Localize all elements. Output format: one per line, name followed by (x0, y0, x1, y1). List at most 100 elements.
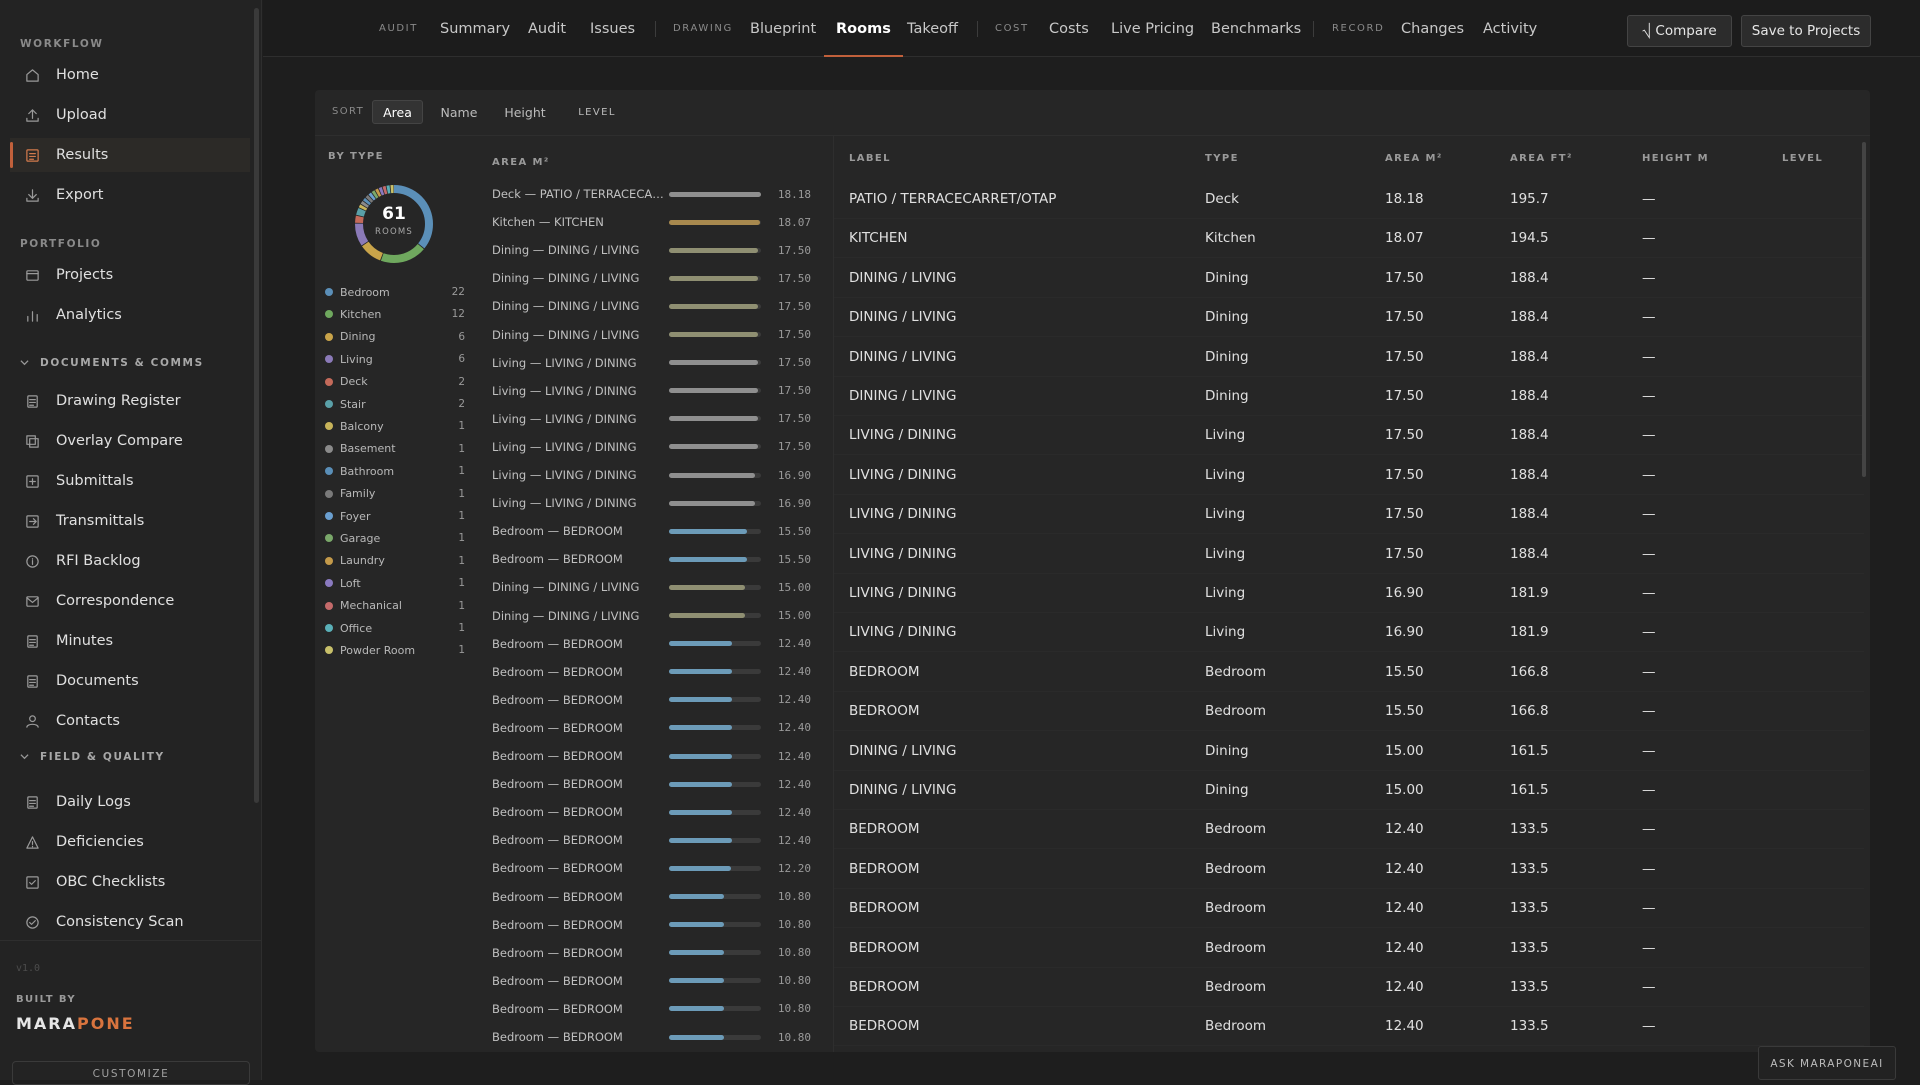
area-list-item[interactable]: Bedroom — BEDROOM 12.40 (492, 660, 818, 684)
area-list-item[interactable]: Bedroom — BEDROOM 12.40 (492, 800, 818, 824)
legend-item-balcony[interactable]: Balcony 1 (325, 416, 465, 436)
sort-level-button[interactable]: LEVEL (568, 100, 626, 124)
legend-item-office[interactable]: Office 1 (325, 618, 465, 638)
col-area-ft2[interactable]: AREA FT² (1510, 153, 1573, 164)
table-row[interactable]: DINING / LIVING Dining 17.50 188.4 — (834, 259, 1864, 298)
tab-blueprint[interactable]: Blueprint (750, 0, 816, 57)
tab-costs[interactable]: Costs (1049, 0, 1089, 57)
sidebar-item-home[interactable]: Home (10, 58, 250, 92)
tab-rooms[interactable]: Rooms (824, 0, 903, 57)
legend-item-deck[interactable]: Deck 2 (325, 372, 465, 392)
legend-item-family[interactable]: Family 1 (325, 484, 465, 504)
area-list-item[interactable]: Deck — PATIO / TERRACECAR... 18.18 (492, 182, 818, 206)
table-row[interactable]: DINING / LIVING Dining 17.50 188.4 — (834, 377, 1864, 416)
table-row[interactable]: BEDROOM Bedroom 12.40 133.5 — (834, 810, 1864, 850)
tab-takeoff[interactable]: Takeoff (907, 0, 958, 57)
legend-item-mechanical[interactable]: Mechanical 1 (325, 596, 465, 616)
compare-button[interactable]: ⎷ Compare (1627, 15, 1732, 47)
table-row[interactable]: BEDROOM Bedroom 12.40 133.5 — (834, 850, 1864, 889)
area-list-item[interactable]: Bedroom — BEDROOM 12.40 (492, 828, 818, 852)
sidebar-item-consistency-scan[interactable]: Consistency Scan (10, 905, 250, 939)
chevron-down-icon[interactable] (20, 358, 29, 367)
sidebar-item-obc-checklists[interactable]: OBC Checklists (10, 865, 250, 899)
col-height[interactable]: HEIGHT M (1642, 153, 1709, 164)
table-row[interactable]: LIVING / DINING Living 16.90 181.9 — (834, 574, 1864, 613)
chevron-down-icon[interactable] (20, 752, 29, 761)
table-row[interactable]: LIVING / DINING Living 16.90 181.9 — (834, 613, 1864, 653)
table-row[interactable]: BEDROOM Bedroom 12.40 133.5 — (834, 1007, 1864, 1047)
sidebar-item-deficiencies[interactable]: Deficiencies (10, 825, 250, 859)
table-row[interactable]: DINING / LIVING Dining 17.50 188.4 — (834, 298, 1864, 338)
table-row[interactable]: LIVING / DINING Living 17.50 188.4 — (834, 495, 1864, 535)
area-list-item[interactable]: Bedroom — BEDROOM 12.40 (492, 688, 818, 712)
group-field-quality[interactable]: FIELD & QUALITY (40, 751, 165, 763)
area-list-item[interactable]: Living — LIVING / DINING 17.50 (492, 351, 818, 375)
area-list-item[interactable]: Living — LIVING / DINING 17.50 (492, 435, 818, 459)
tab-activity[interactable]: Activity (1483, 0, 1537, 57)
area-list-item[interactable]: Dining — DINING / LIVING 15.00 (492, 575, 818, 599)
legend-item-kitchen[interactable]: Kitchen 12 (325, 304, 465, 324)
table-row[interactable]: BEDROOM Bedroom 12.40 133.5 — (834, 968, 1864, 1007)
tab-live-pricing[interactable]: Live Pricing (1111, 0, 1194, 57)
legend-item-living[interactable]: Living 6 (325, 349, 465, 369)
area-list-item[interactable]: Living — LIVING / DINING 16.90 (492, 463, 818, 487)
area-list-item[interactable]: Bedroom — BEDROOM 12.40 (492, 632, 818, 656)
area-list-item[interactable]: Bedroom — BEDROOM 12.20 (492, 856, 818, 880)
area-list-item[interactable]: Bedroom — BEDROOM 10.80 (492, 913, 818, 937)
tab-benchmarks[interactable]: Benchmarks (1211, 0, 1301, 57)
legend-item-laundry[interactable]: Laundry 1 (325, 551, 465, 571)
legend-item-foyer[interactable]: Foyer 1 (325, 506, 465, 526)
sidebar-item-daily-logs[interactable]: Daily Logs (10, 785, 250, 819)
table-row[interactable]: LIVING / DINING Living 17.50 188.4 — (834, 535, 1864, 574)
customize-button[interactable]: CUSTOMIZE (12, 1061, 250, 1085)
sidebar-item-projects[interactable]: Projects (10, 258, 250, 292)
table-row[interactable]: BEDROOM Bedroom 15.50 166.8 — (834, 653, 1864, 692)
area-list-item[interactable]: Dining — DINING / LIVING 15.00 (492, 604, 818, 628)
legend-item-garage[interactable]: Garage 1 (325, 528, 465, 548)
sidebar-item-export[interactable]: Export (10, 178, 250, 212)
sidebar-item-correspondence[interactable]: Correspondence (10, 584, 250, 618)
sort-height-button[interactable]: Height (496, 100, 554, 124)
col-label[interactable]: LABEL (849, 153, 891, 164)
sidebar-item-minutes[interactable]: Minutes (10, 624, 250, 658)
legend-item-dining[interactable]: Dining 6 (325, 327, 465, 347)
area-list-item[interactable]: Dining — DINING / LIVING 17.50 (492, 238, 818, 262)
table-row[interactable]: LIVING / DINING Living 17.50 188.4 — (834, 456, 1864, 495)
legend-item-bedroom[interactable]: Bedroom 22 (325, 282, 465, 302)
save-to-projects-button[interactable]: Save to Projects (1741, 15, 1871, 47)
sidebar-item-upload[interactable]: Upload (10, 98, 250, 132)
col-level[interactable]: LEVEL (1782, 153, 1823, 164)
tab-audit[interactable]: Audit (528, 0, 566, 57)
table-row[interactable]: DINING / LIVING Dining 15.00 161.5 — (834, 771, 1864, 810)
area-list-item[interactable]: Bedroom — BEDROOM 15.50 (492, 547, 818, 571)
group-documents[interactable]: DOCUMENTS & COMMS (40, 357, 204, 369)
table-row[interactable]: KITCHEN Kitchen 18.07 194.5 — (834, 219, 1864, 259)
legend-item-basement[interactable]: Basement 1 (325, 439, 465, 459)
tab-summary[interactable]: Summary (440, 0, 510, 57)
table-row[interactable]: BEDROOM Bedroom 15.50 166.8 — (834, 692, 1864, 732)
sidebar-item-analytics[interactable]: Analytics (10, 298, 250, 332)
table-row[interactable]: PATIO / TERRACECARRET/OTAP Deck 18.18 195.7… (834, 180, 1864, 219)
sidebar-item-documents[interactable]: Documents (10, 664, 250, 698)
tab-issues[interactable]: Issues (590, 0, 635, 57)
sidebar-item-drawing-register[interactable]: Drawing Register (10, 384, 250, 418)
area-list-item[interactable]: Bedroom — BEDROOM 12.40 (492, 716, 818, 740)
area-list-item[interactable]: Kitchen — KITCHEN 18.07 (492, 210, 818, 234)
area-list-item[interactable]: Dining — DINING / LIVING 17.50 (492, 294, 818, 318)
area-list-item[interactable]: Living — LIVING / DINING 17.50 (492, 407, 818, 431)
col-type[interactable]: TYPE (1205, 153, 1239, 164)
sidebar-item-submittals[interactable]: Submittals (10, 464, 250, 498)
legend-item-loft[interactable]: Loft 1 (325, 573, 465, 593)
table-row[interactable]: DINING / LIVING Dining 15.00 161.5 — (834, 732, 1864, 771)
area-list-item[interactable]: Dining — DINING / LIVING 17.50 (492, 323, 818, 347)
area-list-item[interactable]: Bedroom — BEDROOM 12.40 (492, 772, 818, 796)
area-list-item[interactable]: Living — LIVING / DINING 16.90 (492, 491, 818, 515)
area-list-item[interactable]: Bedroom — BEDROOM 12.40 (492, 744, 818, 768)
sort-area-button[interactable]: Area (372, 100, 423, 124)
sidebar-item-contacts[interactable]: Contacts (10, 704, 250, 738)
area-list-item[interactable]: Bedroom — BEDROOM 10.80 (492, 941, 818, 965)
table-row[interactable]: BEDROOM Bedroom 12.40 133.5 — (834, 889, 1864, 929)
sidebar-item-transmittals[interactable]: Transmittals (10, 504, 250, 538)
tab-changes[interactable]: Changes (1401, 0, 1464, 57)
sort-name-button[interactable]: Name (432, 100, 486, 124)
